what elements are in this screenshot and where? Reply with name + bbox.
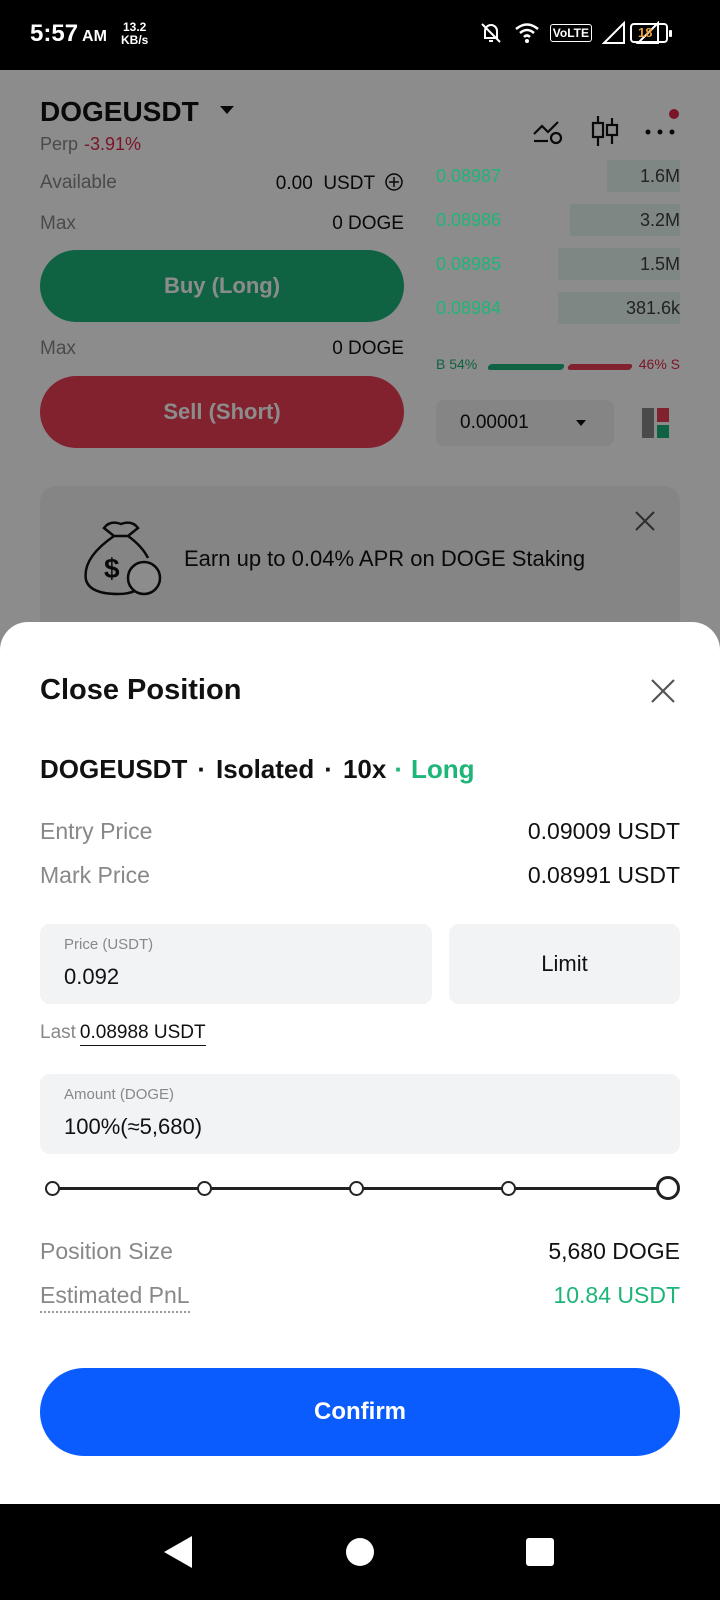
recent-apps-icon[interactable]	[526, 1538, 554, 1566]
amount-slider[interactable]	[40, 1170, 680, 1206]
home-icon[interactable]	[346, 1538, 374, 1566]
status-bar: 5:57 AM 13.2 KB/s VoLTE 18	[0, 0, 720, 70]
mark-price-row: Mark Price 0.08991 USDT	[40, 862, 680, 888]
side-label: Long	[411, 754, 475, 784]
order-type-button[interactable]: Limit	[449, 924, 680, 1004]
price-input[interactable]: Price (USDT) 0.092	[40, 924, 432, 1004]
signal-icon	[602, 21, 625, 44]
navigation-bar	[0, 1504, 720, 1600]
amount-input[interactable]: Amount (DOGE) 100%(≈5,680)	[40, 1074, 680, 1154]
volte-icon: VoLTE	[549, 24, 592, 42]
last-price-link[interactable]: 0.08988 USDT	[79, 1022, 206, 1046]
back-icon[interactable]	[164, 1536, 192, 1568]
position-summary: DOGEUSDT · Isolated · 10x · Long	[40, 754, 475, 784]
slider-step-50[interactable]	[349, 1181, 364, 1196]
slider-step-25[interactable]	[197, 1181, 212, 1196]
slider-step-0[interactable]	[45, 1181, 60, 1196]
sheet-title: Close Position	[40, 674, 242, 706]
last-price: Last 0.08988 USDT	[40, 1022, 206, 1046]
slider-handle[interactable]	[656, 1176, 680, 1200]
position-size-row: Position Size 5,680 DOGE	[40, 1238, 680, 1264]
mute-notifications-icon	[481, 23, 501, 43]
entry-price-row: Entry Price 0.09009 USDT	[40, 818, 680, 844]
battery-icon: 18	[630, 23, 672, 43]
estimated-pnl-value: 10.84 USDT	[553, 1282, 680, 1308]
estimated-pnl-label[interactable]: Estimated PnL	[40, 1282, 190, 1313]
estimated-pnl-row: Estimated PnL 10.84 USDT	[40, 1282, 680, 1313]
network-speed: 13.2 KB/s	[121, 20, 149, 47]
status-time: 5:57 AM	[30, 20, 107, 47]
confirm-button[interactable]: Confirm	[40, 1368, 680, 1456]
wifi-icon	[514, 23, 539, 43]
close-position-sheet: Close Position DOGEUSDT · Isolated · 10x · Lon…	[0, 622, 720, 1504]
close-icon[interactable]	[650, 678, 676, 704]
slider-step-75[interactable]	[501, 1181, 516, 1196]
